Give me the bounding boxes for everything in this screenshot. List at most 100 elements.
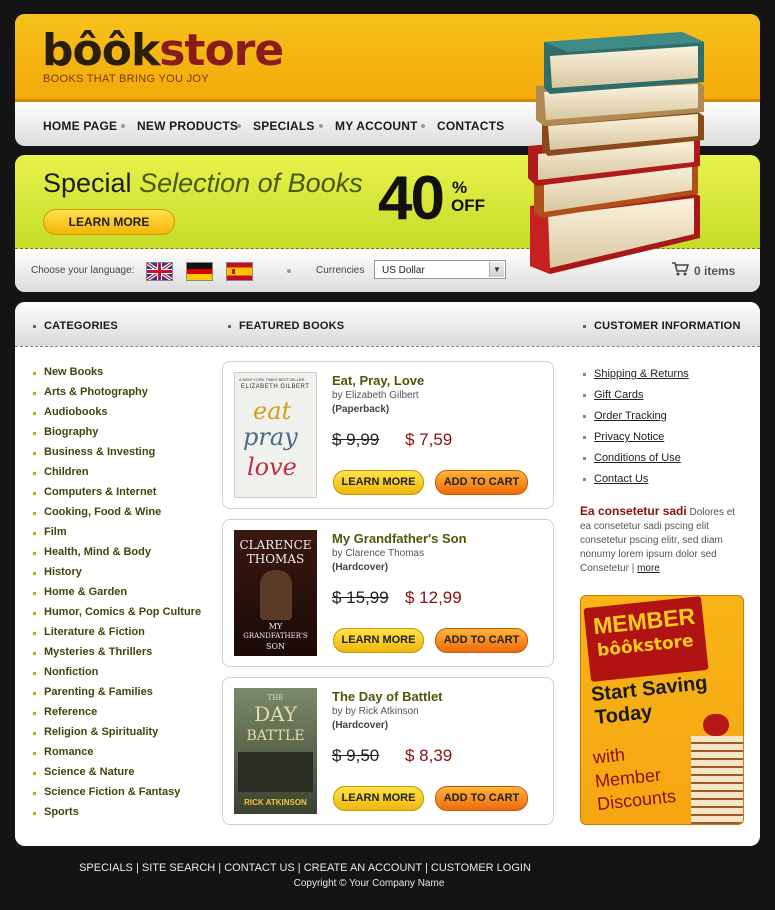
nav-new-products[interactable]: NEW PRODUCTS (137, 119, 238, 133)
bullet (33, 592, 36, 595)
add-to-cart-button[interactable]: ADD TO CART (435, 628, 528, 653)
category-link[interactable]: Humor, Comics & Pop Culture (44, 606, 201, 618)
cover-text: MY (268, 622, 283, 631)
footer-link[interactable]: CREATE AN ACCOUNT (304, 862, 422, 874)
customer-info-link[interactable]: Gift Cards (594, 389, 644, 401)
nav-home[interactable]: HOME PAGE (43, 119, 117, 133)
cover-text: eat (253, 397, 292, 425)
category-link[interactable]: Biography (44, 426, 98, 438)
nav-separator (319, 124, 323, 128)
discount-off: OFF (451, 196, 485, 215)
category-link[interactable]: Sports (44, 806, 79, 818)
book-author: by Elizabeth Gilbert (332, 390, 419, 401)
bar-separator (287, 269, 291, 273)
learn-more-button[interactable]: LEARN MORE (333, 786, 424, 811)
flag-uk-icon[interactable] (146, 262, 173, 281)
cover-portrait (260, 570, 292, 620)
book-cover-image[interactable]: CLARENCE THOMAS MY GRANDFATHER'S SON (234, 530, 317, 656)
bullet (583, 373, 586, 376)
banner-title-a: Special (43, 168, 132, 198)
learn-more-button[interactable]: LEARN MORE (333, 470, 424, 495)
add-to-cart-button[interactable]: ADD TO CART (435, 786, 528, 811)
customer-info-link[interactable]: Order Tracking (594, 410, 667, 422)
logo[interactable]: bôôkstore (42, 25, 284, 76)
bullet (33, 325, 36, 328)
category-link[interactable]: Literature & Fiction (44, 626, 145, 638)
book-title[interactable]: Eat, Pray, Love (332, 373, 424, 388)
customer-info-link[interactable]: Conditions of Use (594, 452, 681, 464)
book-cover-image[interactable]: A NEW YORK TIMES BESTSELLER ELIZABETH GI… (234, 372, 317, 498)
category-link[interactable]: Mysteries & Thrillers (44, 646, 152, 658)
category-link[interactable]: Children (44, 466, 89, 478)
bullet (583, 415, 586, 418)
customer-info-link[interactable]: Contact Us (594, 473, 648, 485)
blurb-more-link[interactable]: more (637, 563, 660, 574)
bullet (33, 552, 36, 555)
customer-info-heading: CUSTOMER INFORMATION (594, 320, 741, 332)
bullet (33, 532, 36, 535)
cover-text: THOMAS (246, 552, 305, 566)
footer-separator: | (421, 862, 431, 874)
flag-spain-icon[interactable] (226, 262, 253, 281)
footer-link[interactable]: SITE SEARCH (142, 862, 215, 874)
bullet (228, 325, 231, 328)
cover-text: GRANDFATHER'S (243, 632, 308, 640)
learn-more-button[interactable]: LEARN MORE (333, 628, 424, 653)
category-link[interactable]: Romance (44, 746, 94, 758)
category-link[interactable]: Audiobooks (44, 406, 108, 418)
category-link[interactable]: Science & Nature (44, 766, 134, 778)
main-content: CATEGORIES FEATURED BOOKS CUSTOMER INFOR… (15, 302, 760, 846)
bullet (33, 692, 36, 695)
book-title[interactable]: My Grandfather's Son (332, 531, 467, 546)
category-link[interactable]: Science Fiction & Fantasy (44, 786, 180, 798)
info-blurb: Ea consetetur sadi Dolores et ea consete… (580, 504, 736, 574)
apple-icon (703, 714, 729, 736)
nav-specials[interactable]: SPECIALS (253, 119, 315, 133)
currency-label: Currencies (316, 265, 365, 276)
category-link[interactable]: Film (44, 526, 67, 538)
bullet (33, 652, 36, 655)
currency-select[interactable]: US Dollar ▼ (374, 260, 506, 279)
book-author: by Clarence Thomas (332, 548, 425, 559)
category-link[interactable]: Cooking, Food & Wine (44, 506, 161, 518)
bullet (33, 712, 36, 715)
category-link[interactable]: New Books (44, 366, 103, 378)
category-link[interactable]: Nonfiction (44, 666, 98, 678)
book-cover-image[interactable]: THE DAY BATTLE RICK ATKINSON (234, 688, 317, 814)
footer-separator: | (132, 862, 142, 874)
bullet (33, 792, 36, 795)
category-link[interactable]: Health, Mind & Body (44, 546, 151, 558)
footer-link[interactable]: CUSTOMER LOGIN (431, 862, 531, 874)
chevron-down-icon[interactable]: ▼ (489, 262, 504, 277)
category-link[interactable]: Reference (44, 706, 97, 718)
nav-my-account[interactable]: MY ACCOUNT (335, 119, 418, 133)
new-price: $ 7,59 (405, 430, 453, 449)
customer-info-link[interactable]: Privacy Notice (594, 431, 664, 443)
category-link[interactable]: Home & Garden (44, 586, 127, 598)
category-link[interactable]: Religion & Spirituality (44, 726, 158, 738)
book-format: (Hardcover) (332, 562, 389, 573)
book-card: CLARENCE THOMAS MY GRANDFATHER'S SON My … (222, 519, 554, 667)
footer-separator: | (294, 862, 304, 874)
bullet (33, 472, 36, 475)
customer-info-link[interactable]: Shipping & Returns (594, 368, 689, 380)
logo-part-book: bôôk (42, 25, 160, 76)
banner-title-b: Selection of Books (139, 168, 363, 198)
category-link[interactable]: Business & Investing (44, 446, 155, 458)
footer-link[interactable]: CONTACT US (224, 862, 295, 874)
category-link[interactable]: Parenting & Families (44, 686, 153, 698)
bullet (583, 478, 586, 481)
category-link[interactable]: History (44, 566, 82, 578)
cover-text: SON (265, 642, 286, 651)
book-title[interactable]: The Day of Battlet (332, 689, 443, 704)
nav-contacts[interactable]: CONTACTS (437, 119, 504, 133)
category-link[interactable]: Computers & Internet (44, 486, 156, 498)
add-to-cart-button[interactable]: ADD TO CART (435, 470, 528, 495)
flag-germany-icon[interactable] (186, 262, 213, 281)
member-promo[interactable]: MEMBER bôôkstore Start Saving Today with… (580, 595, 744, 825)
banner-learn-more-button[interactable]: LEARN MORE (43, 209, 175, 235)
category-link[interactable]: Arts & Photography (44, 386, 148, 398)
promo-line: Today (593, 701, 654, 729)
footer-link[interactable]: SPECIALS (79, 862, 133, 874)
bullet (583, 436, 586, 439)
